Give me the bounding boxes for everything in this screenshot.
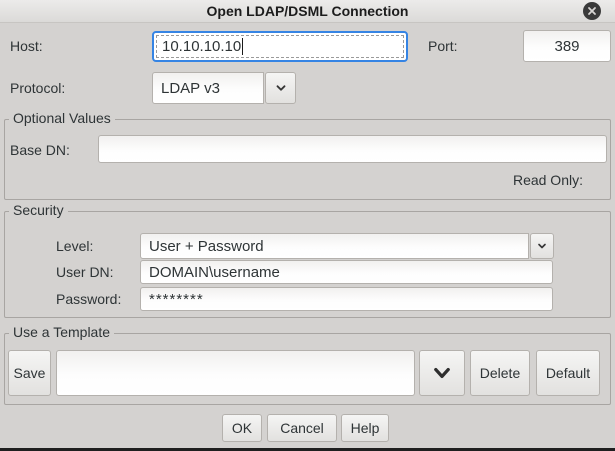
port-input[interactable]: 389: [523, 30, 611, 62]
optional-values-title: Optional Values: [9, 110, 115, 126]
chevron-down-icon: [431, 362, 453, 384]
help-button[interactable]: Help: [341, 414, 389, 442]
protocol-label: Protocol:: [10, 80, 65, 96]
ok-button[interactable]: OK: [222, 414, 262, 442]
protocol-combo[interactable]: LDAP v3: [152, 72, 264, 104]
user-dn-label: User DN:: [56, 264, 114, 280]
level-label: Level:: [56, 238, 93, 254]
level-combo[interactable]: User + Password: [140, 233, 529, 259]
open-ldap-connection-dialog: Open LDAP/DSML Connection Host: 10.10.10…: [0, 0, 615, 451]
password-input[interactable]: ********: [140, 287, 553, 311]
level-dropdown-button[interactable]: [530, 233, 554, 259]
password-label: Password:: [56, 291, 121, 307]
user-dn-input[interactable]: DOMAIN\username: [140, 260, 553, 284]
save-button[interactable]: Save: [8, 350, 51, 396]
chevron-down-icon: [274, 81, 288, 95]
host-input[interactable]: 10.10.10.10: [152, 31, 408, 62]
base-dn-input[interactable]: [98, 135, 607, 163]
chevron-down-icon: [536, 240, 548, 252]
window-title: Open LDAP/DSML Connection: [0, 3, 615, 19]
close-button[interactable]: [583, 2, 601, 20]
template-title: Use a Template: [9, 324, 114, 340]
host-value: 10.10.10.10: [162, 38, 241, 55]
template-dropdown-button[interactable]: [419, 350, 465, 396]
cancel-button[interactable]: Cancel: [267, 414, 337, 442]
delete-button[interactable]: Delete: [470, 350, 530, 396]
template-combo-input[interactable]: [56, 350, 415, 396]
read-only-label: Read Only:: [513, 172, 583, 188]
protocol-dropdown-button[interactable]: [265, 72, 296, 104]
titlebar[interactable]: Open LDAP/DSML Connection: [0, 0, 615, 23]
security-title: Security: [9, 202, 68, 218]
base-dn-label: Base DN:: [10, 142, 70, 158]
text-cursor: [242, 38, 243, 55]
port-label: Port:: [428, 38, 458, 54]
default-button[interactable]: Default: [536, 350, 600, 396]
host-label: Host:: [10, 38, 43, 54]
close-icon: [587, 6, 597, 16]
